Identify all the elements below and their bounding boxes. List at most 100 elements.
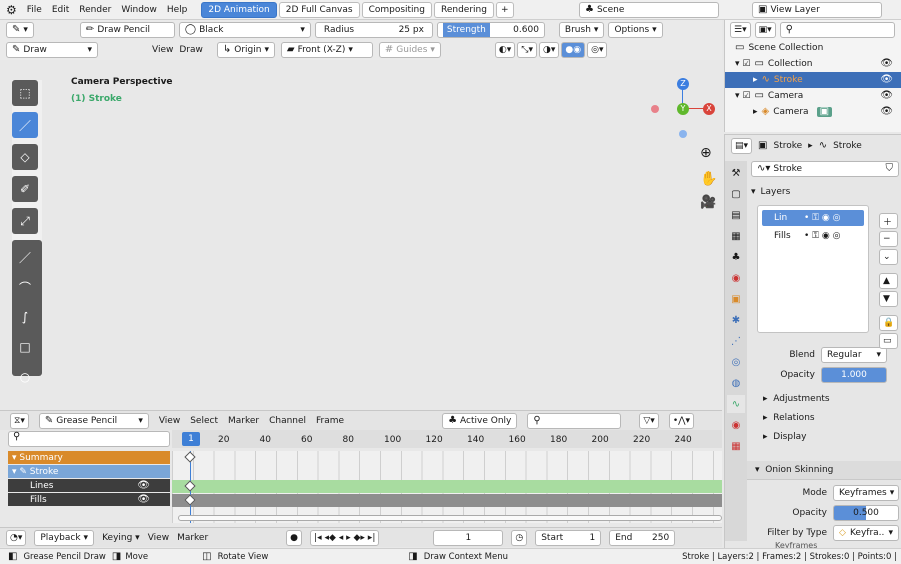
dopesheet-channel-menu[interactable]: Channel	[269, 416, 306, 426]
fill-tool-button[interactable]: ◇	[12, 144, 38, 170]
data-tab[interactable]: ∿	[727, 395, 745, 413]
brush-selector[interactable]: ✏ Draw Pencil	[79, 22, 175, 38]
add-layer-button[interactable]: ＋	[879, 213, 899, 229]
dopesheet-marker-menu[interactable]: Marker	[228, 416, 259, 426]
box-tool-button[interactable]: □	[12, 334, 38, 360]
nav-gizmo[interactable]: Z Y X	[648, 74, 718, 146]
render-tab[interactable]: ▢	[727, 185, 745, 203]
view-layer-selector[interactable]: ▣ View Layer	[752, 2, 882, 18]
fake-user-shield-icon[interactable]: ⛉	[886, 164, 894, 174]
radius-field[interactable]: Radius 25 px	[314, 22, 433, 38]
outliner-filter[interactable]: ▣▾	[754, 22, 776, 38]
current-frame-indicator[interactable]: 1	[182, 432, 200, 446]
xray-toggle[interactable]: ◑▾	[539, 42, 560, 58]
output-tab[interactable]: ▤	[727, 206, 745, 224]
onion-opacity-field[interactable]: 0.500	[833, 505, 899, 521]
dopesheet-editor-type[interactable]: ⧖▾	[10, 412, 29, 429]
display-panel[interactable]: ▸ Display	[751, 427, 899, 446]
physics-tab[interactable]: ◎	[727, 353, 745, 371]
dopesheet-search[interactable]: ⚲	[527, 412, 622, 429]
outliner-display-mode[interactable]: ☰▾	[730, 22, 751, 38]
keyframe-area[interactable]	[172, 451, 722, 523]
add-workspace-button[interactable]: +	[495, 1, 514, 18]
scene-tab[interactable]: ♣	[727, 248, 745, 266]
timeline-marker-menu[interactable]: Marker	[177, 533, 208, 543]
gizmo-neg-z[interactable]	[679, 130, 687, 138]
pan-hand-icon[interactable]: ✋	[700, 172, 717, 186]
layer-row-lin[interactable]: Lin • ⚿ ◉ ◎	[762, 210, 864, 226]
layer-row-fills[interactable]: Fills • ⚿ ◉ ◎	[762, 228, 864, 244]
current-frame-field[interactable]: 1	[433, 529, 504, 546]
visibility-eye-icon[interactable]: 👁	[880, 75, 893, 85]
options-menu[interactable]: Options ▾	[608, 22, 663, 38]
tab-2d-full-canvas[interactable]: 2D Full Canvas	[278, 1, 360, 18]
onion-skinning-header[interactable]: ▾ Onion Skinning	[747, 461, 901, 480]
scene-selector[interactable]: ♣ Scene	[579, 2, 719, 18]
layers-panel-header[interactable]: ▾ Layers	[751, 183, 899, 201]
preview-range-toggle[interactable]: ◷	[511, 529, 528, 546]
dopesheet-view-menu[interactable]: View	[159, 416, 180, 426]
effects-tab[interactable]: ⋰	[727, 332, 745, 350]
viewport-area[interactable]	[50, 60, 722, 408]
datablock-selector[interactable]: ∿▾ Stroke ⛉	[751, 161, 899, 177]
material-tab[interactable]: ◉	[727, 416, 745, 434]
constraint-tab[interactable]: ◍	[727, 374, 745, 392]
relations-panel[interactable]: ▸ Relations	[751, 408, 899, 427]
dopesheet-proportional[interactable]: •⋀▾	[668, 412, 695, 429]
outliner-scene-collection[interactable]: ▭ Scene Collection	[725, 40, 901, 56]
shading-menu[interactable]: ◎▾	[587, 42, 608, 58]
channel-stroke[interactable]: ▾ ✎ Stroke	[8, 465, 170, 478]
onion-mode-dropdown[interactable]: Keyframes ▾	[833, 485, 899, 501]
menu-help[interactable]: Help	[167, 5, 188, 15]
filter-type-dropdown[interactable]: ◇ Keyfra.. ▾	[833, 525, 899, 541]
zoom-icon[interactable]: ⊕	[700, 146, 712, 160]
gizmo-y-axis[interactable]: Y	[677, 103, 689, 115]
view-layer-tab[interactable]: ▦	[727, 227, 745, 245]
editor-type-selector[interactable]: ▤▾	[731, 138, 753, 154]
outliner-camera-row[interactable]: ▸ ◈ Camera ▣ 👁	[725, 104, 901, 120]
channel-search[interactable]: ⚲	[8, 431, 170, 447]
material-selector[interactable]: ◯ Black ▾	[178, 22, 311, 38]
outliner-search[interactable]: ⚲	[779, 22, 895, 38]
move-layer-up-button[interactable]: ▲	[879, 273, 899, 289]
menu-window[interactable]: Window	[121, 5, 157, 15]
select-tool-button[interactable]: ⬚	[12, 80, 38, 106]
modifier-tab[interactable]: ✱	[727, 311, 745, 329]
end-frame-field[interactable]: End 250	[609, 529, 676, 546]
lock-icon[interactable]: 🔒	[879, 315, 899, 331]
channel-fills[interactable]: Fills 👁	[8, 493, 170, 506]
gizmo-toggle[interactable]: ⤡▾	[517, 42, 538, 58]
mode-selector[interactable]: ✎ Draw ▾	[6, 42, 98, 58]
arc-tool-button[interactable]: ⌒	[12, 274, 38, 300]
opacity-field[interactable]: 1.000	[821, 367, 887, 383]
visibility-eye-icon[interactable]: 👁	[880, 107, 893, 117]
outliner-stroke-row[interactable]: ▸ ∿ Stroke 👁	[725, 72, 901, 88]
dopesheet-filter[interactable]: ▽▾	[639, 412, 659, 429]
guides-toggle[interactable]: # Guides ▾	[378, 42, 441, 58]
record-button[interactable]: ●	[286, 529, 303, 546]
draw-tool-button[interactable]: ／	[12, 112, 38, 138]
gizmo-z-axis[interactable]: Z	[677, 78, 689, 90]
remove-layer-button[interactable]: −	[879, 231, 899, 247]
transport-controls[interactable]: |◂ ◂◆ ◂ ▸ ◆▸ ▸|	[310, 529, 380, 546]
brush-menu[interactable]: Brush ▾	[558, 22, 605, 38]
tab-rendering[interactable]: Rendering	[433, 1, 494, 18]
gizmo-neg-x[interactable]	[651, 105, 659, 113]
playback-menu[interactable]: Playback ▾	[34, 529, 95, 546]
outliner-collection[interactable]: ▾ ☑ ▭ Collection 👁	[725, 56, 901, 72]
orientation-selector[interactable]: ▰ Front (X-Z) ▾	[280, 42, 373, 58]
viewport-view-menu[interactable]: View	[152, 45, 173, 55]
menu-file[interactable]: File	[27, 5, 42, 15]
dopesheet-select-menu[interactable]: Select	[190, 416, 218, 426]
channel-summary[interactable]: ▾ Summary	[8, 451, 170, 464]
tool-type-dropdown[interactable]: ✎ ▾	[6, 22, 34, 38]
menu-render[interactable]: Render	[79, 5, 111, 15]
active-only-toggle[interactable]: ♣ Active Only	[442, 412, 518, 429]
channel-lines[interactable]: Lines 👁	[8, 479, 170, 492]
tint-tool-button[interactable]: ⤢	[12, 208, 38, 234]
dopesheet-mode-selector[interactable]: ✎ Grease Pencil ▾	[38, 412, 149, 429]
move-layer-down-button[interactable]: ▼	[879, 291, 899, 307]
tool-tab[interactable]: ⚒	[727, 164, 745, 182]
horizontal-scrollbar[interactable]	[178, 515, 722, 521]
shading-solid-button[interactable]: ●◉	[561, 42, 586, 58]
